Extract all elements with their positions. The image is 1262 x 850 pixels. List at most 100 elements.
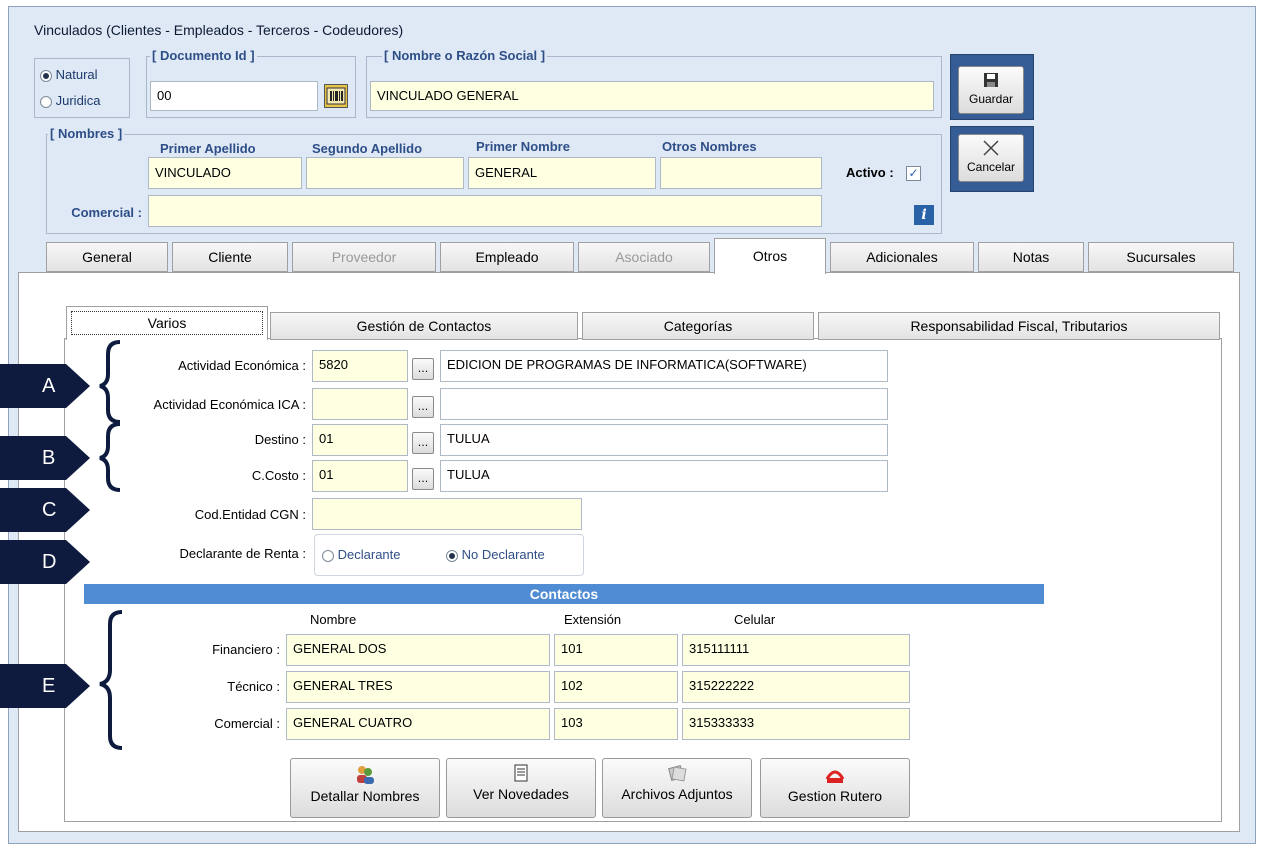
contacto-tecnico-label: Técnico : <box>227 679 280 694</box>
archivos-adjuntos-button[interactable]: Archivos Adjuntos <box>602 758 752 818</box>
contacto-comercial-label: Comercial : <box>214 716 280 731</box>
radio-juridica[interactable]: Juridica <box>40 93 100 108</box>
tab-empleado[interactable]: Empleado <box>440 242 574 272</box>
cancel-icon <box>983 140 999 156</box>
contacto-financiero-celular[interactable]: 315111111 <box>682 634 910 666</box>
gestion-rutero-label: Gestion Rutero <box>787 788 883 804</box>
actividad-economica-lookup-button[interactable]: ... <box>412 358 434 380</box>
comercial-label: Comercial : <box>71 205 142 220</box>
otros-nombres-label: Otros Nombres <box>662 139 757 154</box>
actividad-ica-desc[interactable] <box>440 388 888 420</box>
contacto-financiero-nombre[interactable]: GENERAL DOS <box>286 634 550 666</box>
radio-dot-icon <box>40 69 52 82</box>
razon-social-label: [ Nombre o Razón Social ] <box>382 48 548 64</box>
bracket-annotations <box>99 340 123 750</box>
primer-nombre-label: Primer Nombre <box>476 139 570 154</box>
marker-a: A <box>0 364 90 408</box>
tab-adicionales[interactable]: Adicionales <box>830 242 974 272</box>
col-celular: Celular <box>734 612 776 627</box>
archivos-adjuntos-label: Archivos Adjuntos <box>621 786 733 802</box>
ver-novedades-button[interactable]: Ver Novedades <box>446 758 596 818</box>
tab-sucursales[interactable]: Sucursales <box>1088 242 1234 272</box>
tab-asociado[interactable]: Asociado <box>578 242 710 272</box>
tab-notas[interactable]: Notas <box>978 242 1084 272</box>
tab-cliente[interactable]: Cliente <box>172 242 288 272</box>
otros-nombres-input[interactable] <box>660 157 822 189</box>
actividad-ica-code[interactable] <box>312 388 408 420</box>
radio-natural-label: Natural <box>55 67 98 82</box>
actividad-economica-code[interactable]: 5820 <box>312 350 408 382</box>
info-icon[interactable]: i <box>914 205 934 225</box>
tab-general[interactable]: General <box>46 242 168 272</box>
detallar-nombres-label: Detallar Nombres <box>310 788 420 804</box>
contacto-tecnico-nombre[interactable]: GENERAL TRES <box>286 671 550 703</box>
razon-social-input[interactable]: VINCULADO GENERAL <box>370 81 934 111</box>
radio-dot-icon <box>40 95 52 108</box>
destino-lookup-button[interactable]: ... <box>412 432 434 454</box>
save-icon <box>984 73 998 87</box>
col-extension: Extensión <box>564 612 622 627</box>
contactos-header: Contactos <box>84 584 1044 604</box>
nombres-label: [ Nombres ] <box>48 126 125 142</box>
radio-dot-icon <box>446 549 458 562</box>
subtab-responsabilidad-fiscal[interactable]: Responsabilidad Fiscal, Tributarios <box>818 312 1220 340</box>
destino-desc[interactable]: TULUA <box>440 424 888 456</box>
radio-declarante-label: Declarante <box>337 547 401 562</box>
ver-novedades-label: Ver Novedades <box>473 786 569 802</box>
bracket-e <box>99 610 123 750</box>
marker-e: E <box>0 664 90 708</box>
contacto-comercial-nombre[interactable]: GENERAL CUATRO <box>286 708 550 740</box>
actividad-ica-lookup-button[interactable]: ... <box>412 396 434 418</box>
activo-checkbox[interactable]: ✓ <box>906 166 921 181</box>
marker-b: B <box>0 436 90 480</box>
primer-apellido-input[interactable]: VINCULADO <box>148 157 302 189</box>
radio-dot-icon <box>322 549 334 562</box>
radio-no-declarante-label: No Declarante <box>461 547 545 562</box>
contacto-financiero-label: Financiero : <box>212 642 280 657</box>
tab-proveedor[interactable]: Proveedor <box>292 242 436 272</box>
cancelar-button[interactable]: Cancelar <box>958 134 1024 182</box>
radio-natural[interactable]: Natural <box>40 67 98 82</box>
documento-label: [ Documento Id ] <box>150 48 257 64</box>
activo-label: Activo : <box>846 165 894 180</box>
marker-c: C <box>0 488 90 532</box>
contacto-tecnico-celular[interactable]: 315222222 <box>682 671 910 703</box>
segundo-apellido-label: Segundo Apellido <box>312 141 423 156</box>
subtab-gestion-contactos[interactable]: Gestión de Contactos <box>270 312 578 340</box>
bracket-a <box>99 340 121 424</box>
col-nombre: Nombre <box>310 612 357 627</box>
contacto-tecnico-extension[interactable]: 102 <box>554 671 678 703</box>
radio-no-declarante[interactable]: No Declarante <box>446 547 545 562</box>
barcode-icon[interactable] <box>324 84 348 108</box>
radio-declarante[interactable]: Declarante <box>322 547 401 562</box>
attachment-icon <box>668 765 687 782</box>
marker-d: D <box>0 540 90 584</box>
destino-code[interactable]: 01 <box>312 424 408 456</box>
actividad-economica-desc[interactable]: EDICION DE PROGRAMAS DE INFORMATICA(SOFT… <box>440 350 888 382</box>
guardar-button[interactable]: Guardar <box>958 66 1024 114</box>
ccosto-desc[interactable]: TULUA <box>440 460 888 492</box>
documento-input[interactable]: 00 <box>150 81 318 111</box>
contacto-comercial-extension[interactable]: 103 <box>554 708 678 740</box>
pdf-icon <box>825 770 845 783</box>
contacto-comercial-celular[interactable]: 315333333 <box>682 708 910 740</box>
document-icon <box>514 764 528 782</box>
primer-nombre-input[interactable]: GENERAL <box>468 157 656 189</box>
gestion-rutero-button[interactable]: Gestion Rutero <box>760 758 910 818</box>
tab-otros[interactable]: Otros <box>714 238 826 274</box>
segundo-apellido-input[interactable] <box>306 157 464 189</box>
detallar-nombres-button[interactable]: Detallar Nombres <box>290 758 440 818</box>
cgn-input[interactable] <box>312 498 582 530</box>
users-icon <box>357 766 374 784</box>
cancelar-label: Cancelar <box>966 160 1016 174</box>
contacto-financiero-extension[interactable]: 101 <box>554 634 678 666</box>
window-title: Vinculados (Clientes - Empleados - Terce… <box>34 22 404 38</box>
ccosto-code[interactable]: 01 <box>312 460 408 492</box>
comercial-input[interactable] <box>148 195 822 227</box>
subtab-categorias[interactable]: Categorías <box>582 312 814 340</box>
ccosto-lookup-button[interactable]: ... <box>412 468 434 490</box>
radio-juridica-label: Juridica <box>55 93 101 108</box>
guardar-label: Guardar <box>968 92 1014 106</box>
primer-apellido-label: Primer Apellido <box>160 141 256 156</box>
bracket-b <box>99 422 121 492</box>
